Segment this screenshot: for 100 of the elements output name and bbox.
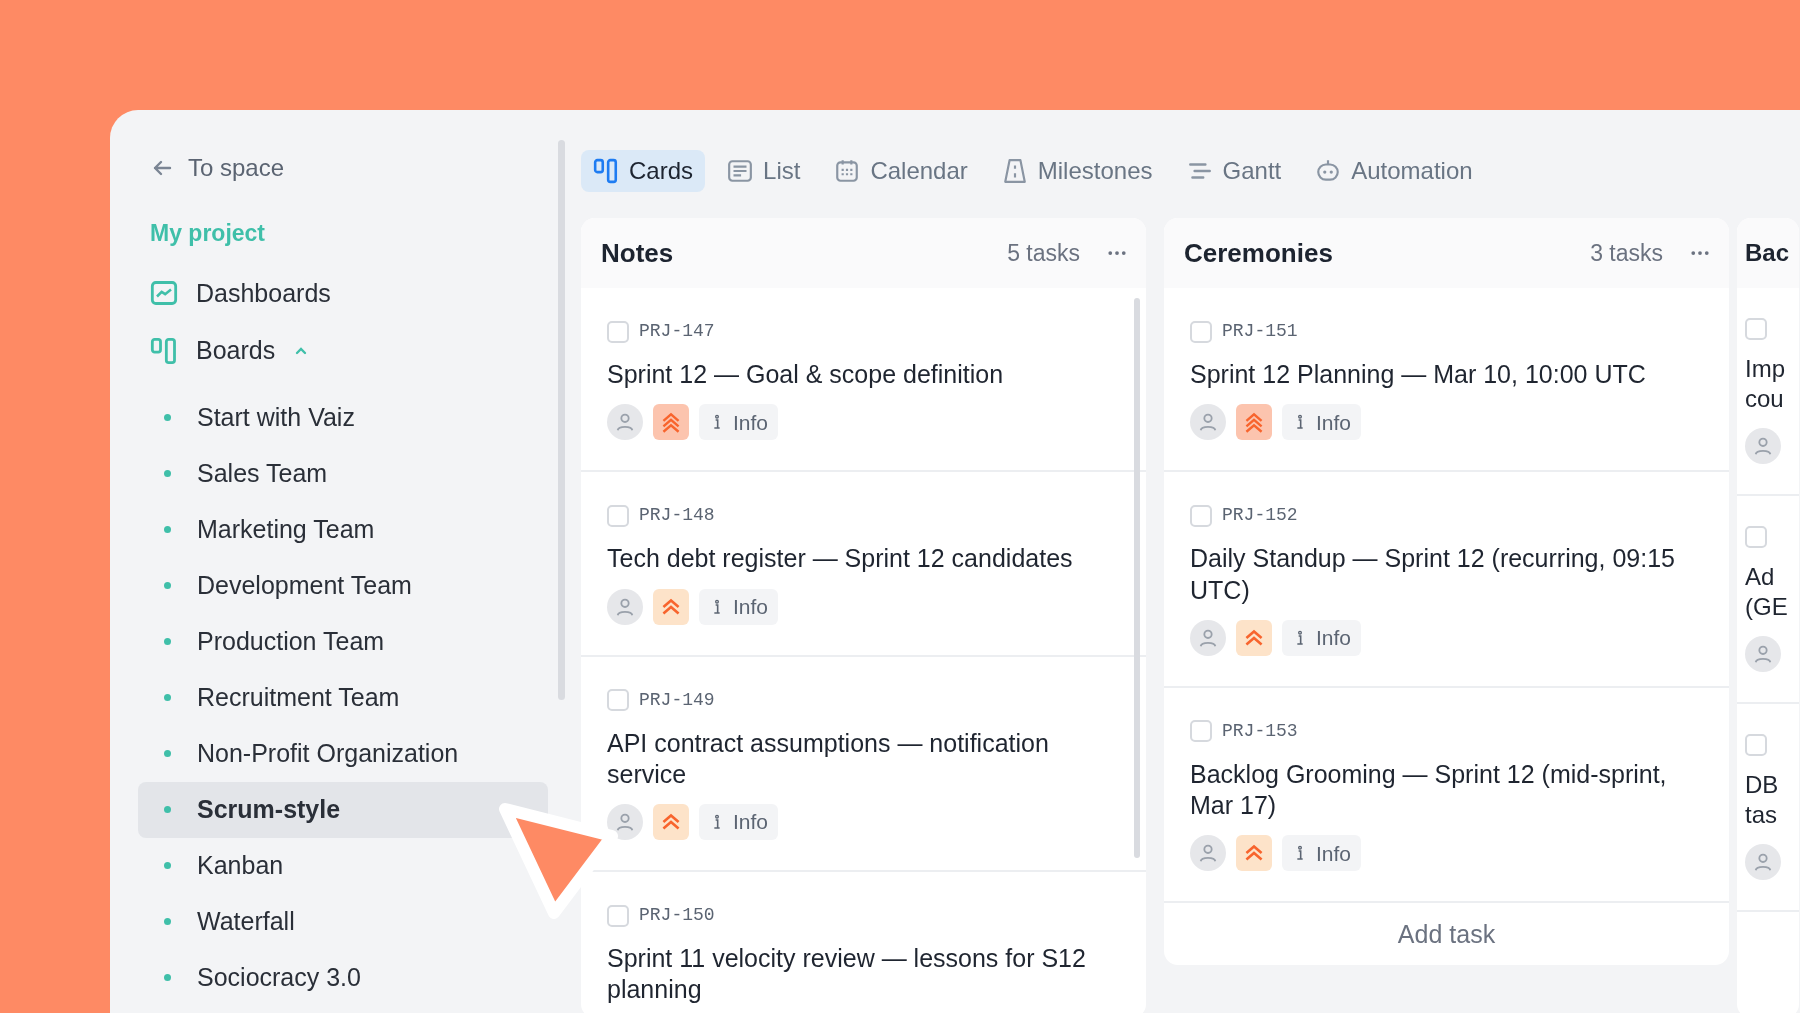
sidebar-item[interactable]: Scrum-style — [138, 781, 548, 838]
person-icon — [1752, 435, 1774, 457]
task-title: Ad (GE — [1745, 562, 1789, 622]
assignee-avatar[interactable] — [607, 588, 643, 625]
sidebar-item[interactable]: Sales Team — [138, 445, 548, 502]
task-title: Imp cou — [1745, 354, 1786, 414]
task-card[interactable]: Ad (GE — [1737, 496, 1799, 704]
priority-badge[interactable] — [1236, 619, 1272, 656]
sidebar-item[interactable]: Marketing Team — [138, 501, 548, 558]
task-count: 3 tasks — [1590, 238, 1663, 268]
assignee-avatar[interactable] — [1745, 844, 1781, 880]
task-card[interactable]: PRJ-152 Daily Standup — Sprint 12 (recurring, 09:15 UTC) Info — [1164, 472, 1729, 688]
scrollbar[interactable] — [558, 140, 565, 700]
assignee-avatar[interactable] — [1190, 404, 1226, 441]
task-card[interactable]: Imp cou — [1737, 288, 1799, 496]
priority-badge[interactable] — [1236, 835, 1272, 872]
add-task-button[interactable]: Add task — [1164, 903, 1729, 966]
info-tag[interactable]: Info — [1282, 404, 1362, 441]
bullet-dot — [164, 470, 171, 477]
bullet-dot — [164, 974, 171, 981]
task-card[interactable]: PRJ-153 Backlog Grooming — Sprint 12 (mid-sprint, Mar 17) Info — [1164, 687, 1729, 904]
assignee-avatar[interactable] — [1190, 835, 1226, 872]
assignee-avatar[interactable] — [1745, 428, 1781, 464]
task-checkbox[interactable] — [1190, 320, 1212, 343]
task-title: Backlog Grooming — Sprint 12 (mid-sprint, Mar 17) — [1190, 758, 1668, 821]
task-title: DB tas — [1745, 770, 1780, 830]
more-icon[interactable] — [1691, 250, 1709, 256]
task-title: Sprint 11 velocity review — lessons for S12 planning — [607, 943, 1087, 1006]
bullet-dot — [164, 694, 171, 701]
task-checkbox[interactable] — [1745, 734, 1767, 756]
person-icon — [1752, 643, 1774, 665]
dashboard-chart-icon — [150, 279, 178, 308]
bullet-dot — [164, 806, 171, 813]
column-title: Notes — [601, 236, 674, 270]
bullet-dot — [164, 582, 171, 589]
column-title: Ceremonies — [1184, 236, 1333, 270]
person-icon — [614, 811, 636, 833]
task-checkbox[interactable] — [607, 504, 629, 527]
scrollbar[interactable] — [1134, 298, 1140, 858]
task-title: Tech debt register — Sprint 12 candidates — [607, 543, 1074, 575]
info-tag[interactable]: Info — [1282, 619, 1362, 656]
view-tab[interactable]: Milestones — [989, 150, 1165, 192]
assignee-avatar[interactable] — [607, 404, 643, 441]
view-tab[interactable]: Calendar — [822, 150, 980, 192]
task-title: Daily Standup — Sprint 12 (recurring, 09:15 UTC) — [1190, 543, 1676, 606]
task-checkbox[interactable] — [607, 904, 629, 927]
road-icon — [1001, 158, 1028, 184]
task-count: 5 tasks — [1007, 238, 1080, 268]
sidebar-item[interactable]: Sociocracy 3.0 — [138, 949, 548, 1006]
project-title: My project — [150, 219, 267, 248]
sidebar-item[interactable]: Production Team — [138, 613, 548, 670]
sidebar-item[interactable]: Recruitment Team — [138, 669, 548, 726]
columns-icon — [593, 158, 619, 184]
task-checkbox[interactable] — [1745, 526, 1767, 548]
priority-badge[interactable] — [653, 404, 689, 441]
task-checkbox[interactable] — [1190, 504, 1212, 527]
task-checkbox[interactable] — [607, 689, 629, 711]
nav-label: Dashboards — [196, 277, 331, 309]
task-card[interactable]: DB tas — [1737, 704, 1799, 912]
task-id: PRJ-147 — [639, 320, 715, 343]
sidebar-nav-item[interactable]: Boards — [150, 332, 310, 370]
task-title: Sprint 12 — Goal & scope definition — [607, 359, 1005, 390]
info-tag[interactable]: Info — [699, 588, 779, 625]
back-link[interactable]: To space — [150, 150, 285, 186]
view-tab[interactable]: List — [715, 150, 813, 192]
task-title: Sprint 12 Planning — Mar 10, 10:00 UTC — [1190, 359, 1647, 390]
task-checkbox[interactable] — [607, 320, 629, 343]
assignee-avatar[interactable] — [607, 804, 643, 840]
bullet-dot — [164, 862, 171, 869]
priority-badge[interactable] — [653, 804, 689, 840]
sidebar-item[interactable]: Development Team — [138, 557, 548, 614]
info-tag[interactable]: Info — [699, 404, 779, 441]
task-id: PRJ-152 — [1222, 504, 1298, 528]
priority-badge[interactable] — [1236, 404, 1272, 441]
task-id: PRJ-149 — [639, 688, 715, 712]
bullet-dot — [164, 638, 171, 645]
sidebar-nav-item[interactable]: Dashboards — [150, 274, 331, 312]
assignee-avatar[interactable] — [1190, 619, 1226, 656]
view-tab[interactable]: Automation — [1303, 150, 1485, 192]
task-id: PRJ-148 — [639, 504, 715, 528]
info-tag[interactable]: Info — [699, 804, 779, 840]
list-icon — [727, 158, 754, 184]
info-tag[interactable]: Info — [1282, 835, 1362, 872]
priority-badge[interactable] — [653, 588, 689, 625]
assignee-avatar[interactable] — [1745, 636, 1781, 672]
nav-label: Boards — [196, 335, 276, 366]
bullet-dot — [164, 918, 171, 925]
sidebar-item[interactable]: Waterfall — [138, 893, 548, 950]
task-checkbox[interactable] — [1190, 720, 1212, 743]
task-id: PRJ-150 — [639, 904, 715, 927]
sidebar-item[interactable]: Non-Profit Organization — [138, 725, 548, 782]
robot-icon — [1315, 158, 1342, 184]
bullet-dot — [164, 414, 171, 421]
view-tab[interactable]: Gantt — [1174, 150, 1294, 192]
more-icon[interactable] — [1108, 250, 1126, 256]
view-tab[interactable]: Cards — [581, 150, 706, 192]
task-checkbox[interactable] — [1745, 318, 1767, 340]
sidebar-item[interactable]: Start with Vaiz — [138, 389, 548, 446]
task-card[interactable]: PRJ-151 Sprint 12 Planning — Mar 10, 10:00 UTC Info — [1164, 288, 1729, 473]
person-icon — [1752, 851, 1774, 873]
